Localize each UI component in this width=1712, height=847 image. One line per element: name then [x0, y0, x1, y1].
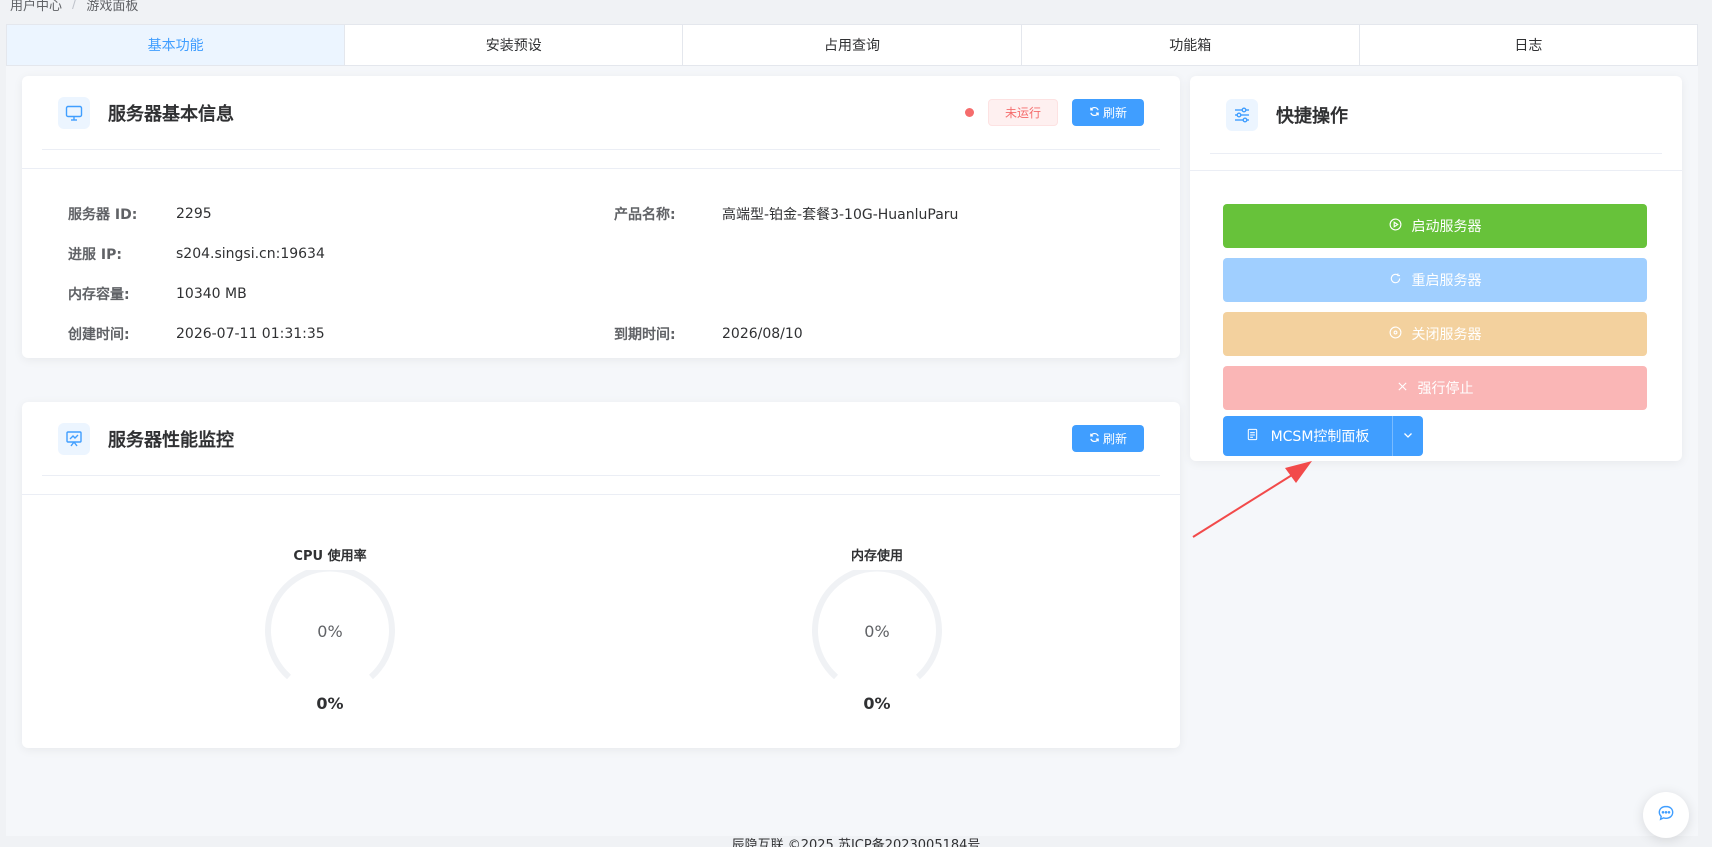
cpu-gauge: CPU 使用率 0% 0% [230, 545, 430, 713]
server-info-title: 服务器基本信息 [108, 103, 234, 125]
footer: 辰隐互联 ©2025 苏ICP备2023005184号 [0, 836, 1712, 847]
refresh-icon [1089, 432, 1100, 446]
info-row-ip: 进服 IP: s204.singsi.cn:19634 [68, 244, 1168, 264]
tab-logs[interactable]: 日志 [1360, 25, 1697, 65]
refresh-label: 刷新 [1102, 432, 1127, 446]
restart-server-button[interactable]: 重启服务器 [1223, 258, 1647, 302]
mcsm-panel-button[interactable]: MCSM控制面板 [1223, 416, 1392, 456]
chat-icon [1657, 804, 1675, 826]
header-divider [1190, 170, 1682, 171]
footer-text: 辰隐互联 ©2025 苏ICP备2023005184号 [731, 838, 981, 847]
server-info-refresh-button[interactable]: 刷新 [1071, 99, 1144, 126]
breadcrumb: 用户中心 / 游戏面板 [10, 0, 138, 14]
breadcrumb-item-game-panel: 游戏面板 [86, 0, 139, 14]
monitor-refresh-button[interactable]: 刷新 [1071, 425, 1144, 452]
presentation-chart-icon [58, 422, 90, 455]
restart-icon [1389, 272, 1402, 289]
memory-gauge: 内存使用 0% 0% [777, 545, 977, 713]
monitor-title: 服务器性能监控 [108, 429, 234, 451]
tab-bar: 基本功能 安装预设 占用查询 功能箱 日志 [6, 24, 1698, 66]
info-row-id: 服务器 ID: 2295 产品名称: 高端型-铂金-套餐3-10G-Huanlu… [68, 204, 1168, 224]
chevron-down-icon [1402, 429, 1414, 444]
refresh-icon [1089, 106, 1100, 120]
stop-server-label: 关闭服务器 [1411, 327, 1482, 343]
tab-toolbox[interactable]: 功能箱 [1022, 25, 1360, 65]
tab-content: 服务器基本信息 未运行 刷新 服务器 ID: 2295 产品名称: 高端型-铂金… [6, 66, 1698, 836]
play-circle-icon [1389, 218, 1402, 235]
main-panel: 基本功能 安装预设 占用查询 功能箱 日志 服务器基本信息 未运行 刷新 服务器… [6, 24, 1698, 836]
chat-support-button[interactable] [1643, 792, 1689, 838]
ip-label: 进服 IP: [68, 247, 122, 263]
performance-monitor-card: 服务器性能监控 刷新 CPU 使用率 0% 0% 内存使用 0% 0% [22, 402, 1180, 748]
server-id-label: 服务器 ID: [68, 207, 138, 223]
close-icon [1397, 380, 1408, 396]
force-stop-button[interactable]: 强行停止 [1223, 366, 1647, 410]
expire-label: 到期时间: [614, 327, 676, 343]
quick-actions-card: 快捷操作 启动服务器 重启服务器 关闭服务器 强行停止 MCSM控制面板 [1190, 76, 1682, 461]
mcsm-panel-label: MCSM控制面板 [1270, 429, 1370, 445]
restart-server-label: 重启服务器 [1411, 273, 1482, 289]
force-stop-label: 强行停止 [1417, 381, 1474, 397]
sliders-icon [1226, 98, 1258, 131]
memory-gauge-value: 0% [863, 694, 891, 713]
server-id-value: 2295 [176, 206, 212, 222]
status-badge: 未运行 [987, 99, 1058, 126]
ip-value: s204.singsi.cn:19634 [176, 246, 325, 262]
mcsm-split-button: MCSM控制面板 [1223, 416, 1423, 456]
product-label: 产品名称: [614, 207, 676, 223]
monitor-icon [58, 96, 90, 129]
breadcrumb-item-user-center[interactable]: 用户中心 [10, 0, 62, 14]
memory-value: 10340 MB [176, 286, 247, 302]
header-divider [22, 168, 1180, 169]
tab-install-presets[interactable]: 安装预设 [345, 25, 684, 65]
mcsm-dropdown-toggle[interactable] [1392, 416, 1423, 456]
quick-actions-title: 快捷操作 [1276, 105, 1348, 127]
server-info-header: 服务器基本信息 未运行 刷新 [42, 76, 1160, 150]
tab-basic-functions[interactable]: 基本功能 [7, 25, 346, 65]
expire-value: 2026/08/10 [722, 326, 803, 342]
memory-label: 内存容量: [68, 287, 130, 303]
stop-server-button[interactable]: 关闭服务器 [1223, 312, 1647, 356]
info-row-dates: 创建时间: 2026-07-11 01:31:35 到期时间: 2026/08/… [68, 324, 1168, 344]
memory-gauge-label: 内存使用 [850, 549, 903, 564]
created-value: 2026-07-11 01:31:35 [176, 326, 325, 342]
cpu-gauge-label: CPU 使用率 [293, 549, 367, 564]
status-dot [964, 108, 974, 117]
memory-gauge-center-text: 0% [864, 622, 890, 641]
stop-circle-icon [1389, 326, 1402, 343]
cpu-gauge-value: 0% [316, 694, 344, 713]
start-server-label: 启动服务器 [1411, 219, 1482, 235]
monitor-header: 服务器性能监控 刷新 [42, 402, 1160, 476]
created-label: 创建时间: [68, 327, 130, 343]
breadcrumb-separator: / [72, 0, 77, 12]
refresh-label: 刷新 [1102, 106, 1127, 120]
document-icon [1246, 428, 1259, 445]
start-server-button[interactable]: 启动服务器 [1223, 204, 1647, 248]
quick-actions-header: 快捷操作 [1210, 76, 1662, 154]
server-info-card: 服务器基本信息 未运行 刷新 服务器 ID: 2295 产品名称: 高端型-铂金… [22, 76, 1180, 358]
cpu-gauge-center-text: 0% [317, 622, 343, 641]
tab-usage-query[interactable]: 占用查询 [683, 25, 1022, 65]
info-row-memory: 内存容量: 10340 MB [68, 284, 1168, 304]
product-value: 高端型-铂金-套餐3-10G-HuanluParu [722, 207, 959, 223]
header-divider [22, 494, 1180, 495]
